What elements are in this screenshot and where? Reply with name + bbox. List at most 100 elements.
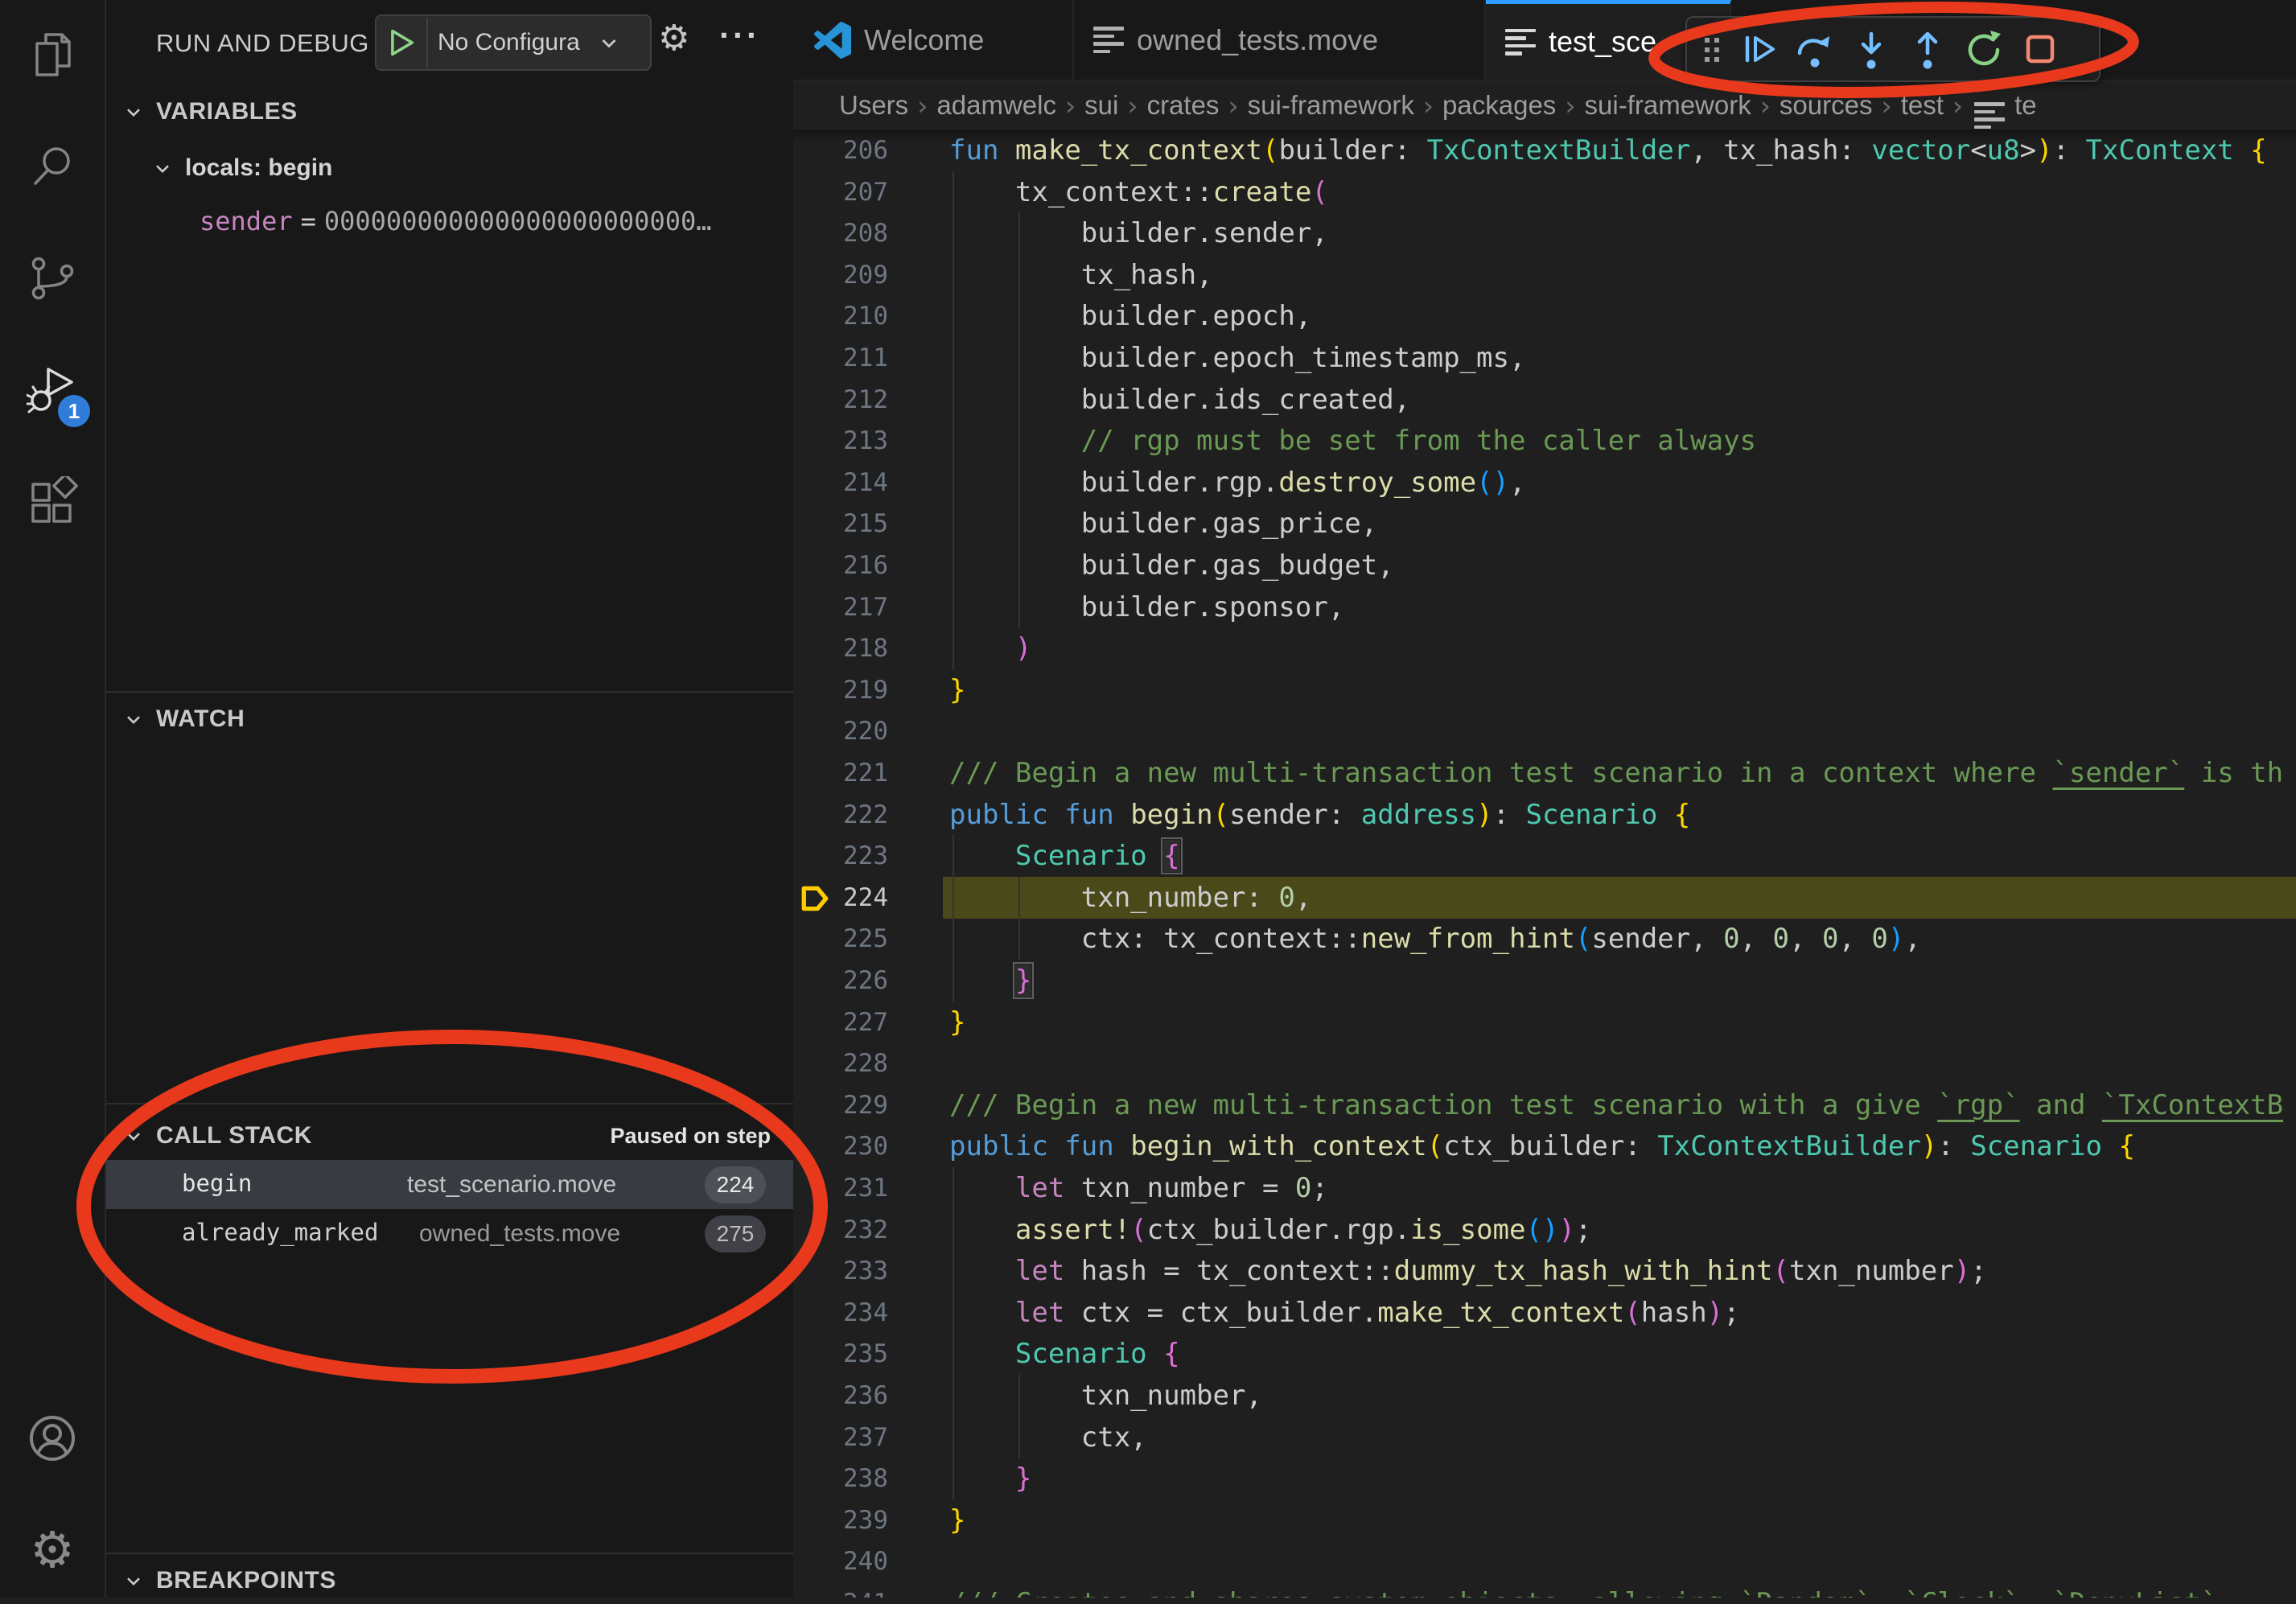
line-number[interactable]: 231 <box>793 1167 888 1209</box>
code-editor[interactable]: 206fun make_tx_context(builder: TxContex… <box>793 130 2296 1598</box>
line-number[interactable]: 240 <box>793 1540 888 1582</box>
stop-button[interactable] <box>2017 26 2064 72</box>
breadcrumb-separator: › <box>1122 90 1142 121</box>
variables-scope[interactable]: locals: begin <box>151 146 332 190</box>
code-text: builder.rgp.destroy_some(), <box>949 462 1525 504</box>
line-number[interactable]: 220 <box>793 710 888 752</box>
code-text: builder.sponsor, <box>949 586 1344 628</box>
line-number[interactable]: 227 <box>793 1001 888 1043</box>
code-line-220: 220 <box>793 710 2296 752</box>
code-line-218: 218 ) <box>793 627 2296 669</box>
line-number[interactable]: 215 <box>793 503 888 545</box>
line-number[interactable]: 223 <box>793 835 888 877</box>
call-stack-section-header[interactable]: CALL STACK Paused on step <box>106 1113 793 1159</box>
line-number[interactable]: 217 <box>793 586 888 628</box>
line-number[interactable]: 222 <box>793 794 888 836</box>
line-number[interactable]: 218 <box>793 627 888 669</box>
code-line-227: 227} <box>793 1001 2296 1043</box>
activity-item-source-control[interactable] <box>0 232 105 328</box>
line-number[interactable]: 209 <box>793 254 888 296</box>
frame-function: already_marked <box>182 1219 378 1246</box>
debug-config-dropdown[interactable]: No Configura <box>375 14 652 71</box>
line-number[interactable]: 208 <box>793 212 888 254</box>
line-number[interactable]: 232 <box>793 1209 888 1251</box>
breakpoints-section-header[interactable]: BREAKPOINTS <box>106 1557 793 1604</box>
activity-item-run-debug[interactable]: 1 <box>0 343 105 440</box>
line-number[interactable]: 241 <box>793 1582 888 1598</box>
line-number[interactable]: 214 <box>793 462 888 504</box>
breadcrumb-item[interactable]: crates <box>1143 90 1224 121</box>
variables-section-header[interactable]: VARIABLES <box>106 88 793 135</box>
activity-item-account[interactable] <box>0 1392 105 1488</box>
code-text: builder.epoch, <box>949 295 1311 337</box>
tab-Welcome[interactable]: Welcome <box>795 0 1074 80</box>
breadcrumb-item[interactable]: Users <box>835 90 912 121</box>
call-stack-frame-already_marked[interactable]: already_markedowned_tests.move275 <box>106 1209 793 1258</box>
line-number[interactable]: 236 <box>793 1375 888 1417</box>
step-out-button[interactable] <box>1904 26 1951 72</box>
code-line-229: 229/// Begin a new multi-transaction tes… <box>793 1084 2296 1126</box>
activity-item-explorer[interactable] <box>0 8 105 105</box>
breadcrumb-item[interactable]: sui <box>1080 90 1122 121</box>
code-text: } <box>949 1458 1031 1499</box>
continue-button[interactable] <box>1735 26 1782 72</box>
watch-section-header[interactable]: WATCH <box>106 696 793 742</box>
breadcrumb-file[interactable]: te <box>1968 82 2037 130</box>
line-number[interactable]: 228 <box>793 1043 888 1084</box>
line-number[interactable]: 216 <box>793 545 888 586</box>
line-number[interactable]: 213 <box>793 420 888 462</box>
debug-count-badge: 1 <box>58 395 90 427</box>
line-number[interactable]: 230 <box>793 1125 888 1167</box>
line-number[interactable]: 237 <box>793 1417 888 1458</box>
activity-item-extensions[interactable] <box>0 455 105 552</box>
explorer-icon <box>27 29 78 84</box>
line-number[interactable]: 221 <box>793 752 888 794</box>
chevron-down-icon <box>597 31 621 55</box>
line-number[interactable]: 219 <box>793 669 888 711</box>
section-divider <box>106 1553 793 1554</box>
vscode-window: 1⚙ RUN AND DEBUG No Configura ⚙ ··· VARI… <box>0 0 2296 1598</box>
code-line-231: 231 let txn_number = 0; <box>793 1167 2296 1209</box>
start-debug-button[interactable] <box>376 18 428 68</box>
debug-settings-gear-icon[interactable]: ⚙ <box>658 18 689 59</box>
extensions-icon <box>27 476 78 532</box>
line-number[interactable]: 226 <box>793 960 888 1001</box>
code-line-225: 225 ctx: tx_context::new_from_hint(sende… <box>793 918 2296 960</box>
breadcrumb-separator: › <box>1755 90 1775 121</box>
line-number[interactable]: 235 <box>793 1333 888 1375</box>
activity-item-search[interactable] <box>0 120 105 216</box>
breadcrumb-item[interactable]: test <box>1897 90 1948 121</box>
line-number[interactable]: 206 <box>793 130 888 171</box>
more-actions-icon[interactable]: ··· <box>719 16 760 55</box>
breadcrumb-item[interactable]: packages <box>1438 90 1560 121</box>
code-text: let hash = tx_context::dummy_tx_hash_wit… <box>949 1250 1987 1292</box>
vscode-icon <box>814 22 851 59</box>
line-number[interactable]: 211 <box>793 337 888 379</box>
line-number[interactable]: 239 <box>793 1499 888 1541</box>
step-over-button[interactable] <box>1792 26 1838 72</box>
restart-button[interactable] <box>1961 26 2007 72</box>
line-number[interactable]: 207 <box>793 171 888 213</box>
line-number[interactable]: 238 <box>793 1458 888 1499</box>
variable-sender[interactable]: sender = 000000000000000000000000… <box>200 201 787 241</box>
code-line-208: 208 builder.sender, <box>793 212 2296 254</box>
breadcrumb-item[interactable]: adamwelc <box>932 90 1060 121</box>
line-number[interactable]: 225 <box>793 918 888 960</box>
code-text: Scenario { <box>949 835 1180 877</box>
call-stack-frame-begin[interactable]: begintest_scenario.move224 <box>106 1160 793 1209</box>
line-number[interactable]: 234 <box>793 1292 888 1334</box>
line-number[interactable]: 229 <box>793 1084 888 1126</box>
line-number[interactable]: 210 <box>793 295 888 337</box>
step-into-button[interactable] <box>1848 26 1895 72</box>
activity-item-settings[interactable]: ⚙ <box>0 1501 105 1598</box>
breadcrumb-item[interactable]: sources <box>1775 90 1877 121</box>
tab-owned_tests.move[interactable]: owned_tests.move <box>1074 0 1486 80</box>
line-number[interactable]: 233 <box>793 1250 888 1292</box>
breadcrumb-item[interactable]: sui-framework <box>1244 90 1418 121</box>
breadcrumb-item[interactable]: sui-framework <box>1581 90 1755 121</box>
code-line-219: 219} <box>793 669 2296 711</box>
line-number[interactable]: 212 <box>793 379 888 421</box>
frame-file: owned_tests.move <box>419 1220 620 1248</box>
chevron-down-icon <box>122 1569 145 1592</box>
code-text: tx_hash, <box>949 254 1213 296</box>
